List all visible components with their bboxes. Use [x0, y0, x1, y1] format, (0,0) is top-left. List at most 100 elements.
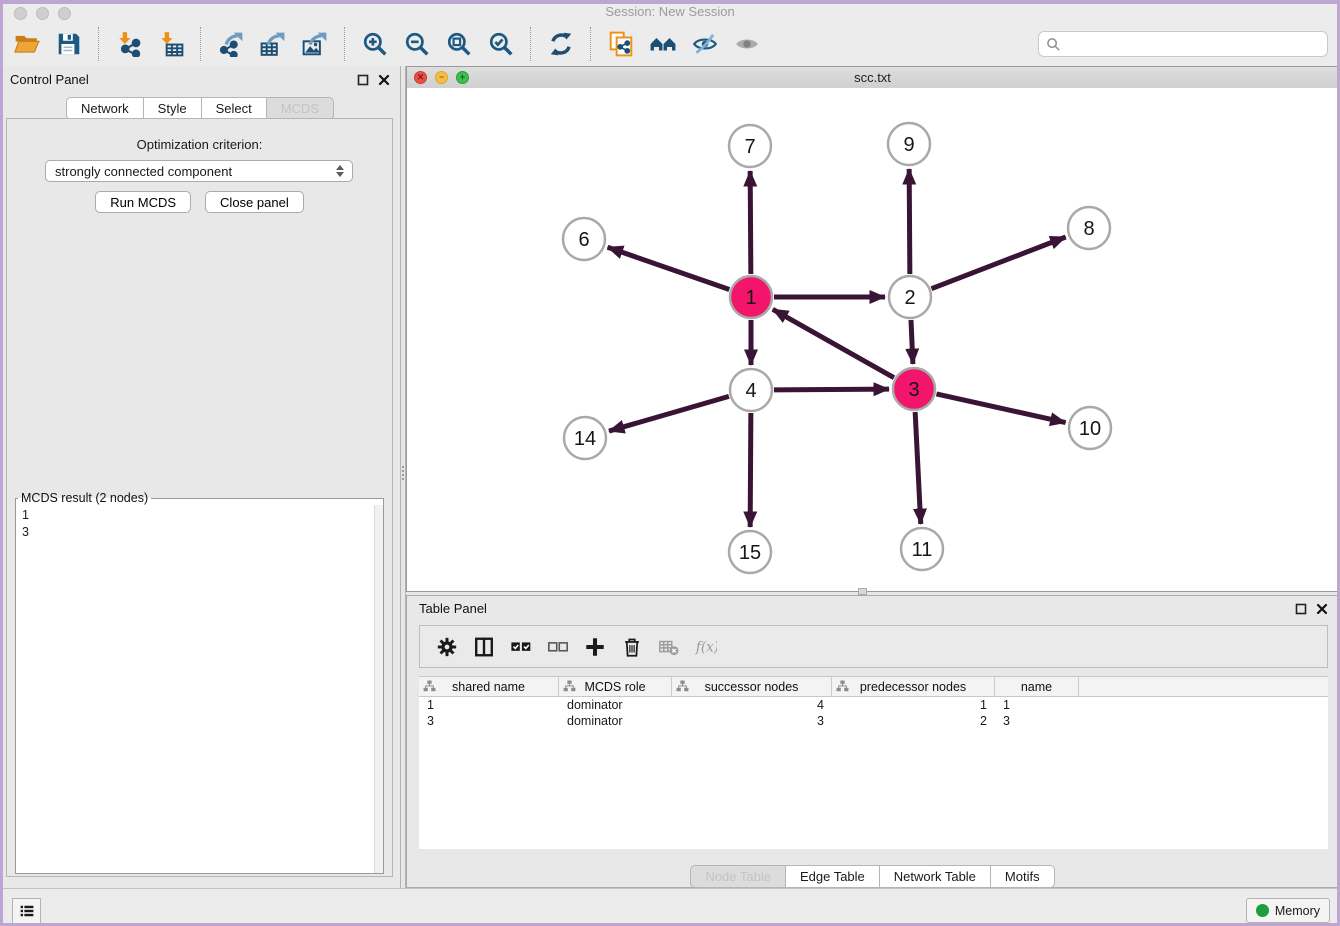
- export-table-button[interactable]: [256, 27, 290, 61]
- network-window-titlebar: ✕ − + scc.txt: [407, 67, 1338, 90]
- column-header-predecessor-nodes[interactable]: predecessor nodes: [832, 677, 995, 696]
- zoom-in-icon: [362, 31, 388, 57]
- refresh-icon: [548, 31, 574, 57]
- tab-node-table[interactable]: Node Table: [690, 865, 786, 888]
- tab-network-table[interactable]: Network Table: [880, 865, 991, 888]
- cell-successor-nodes[interactable]: 3: [672, 713, 832, 729]
- criterion-select[interactable]: strongly connected component: [45, 160, 353, 182]
- import-network-icon: [116, 31, 142, 57]
- graph-edge-2-8[interactable]: [931, 237, 1065, 289]
- graph-edge-3-1[interactable]: [773, 309, 894, 377]
- split-columns-button[interactable]: [469, 632, 499, 662]
- table-row-1[interactable]: 1dominator411: [419, 697, 1328, 713]
- graph-node-3[interactable]: 3: [893, 368, 935, 410]
- graph-edge-3-11[interactable]: [915, 412, 921, 524]
- search-input[interactable]: [1065, 33, 1327, 55]
- export-image-button[interactable]: [298, 27, 332, 61]
- graph-edge-2-3[interactable]: [911, 320, 913, 364]
- graph-edge-1-6[interactable]: [608, 247, 730, 289]
- delete-icon: [621, 636, 643, 658]
- deselect-all-button[interactable]: [543, 632, 573, 662]
- tab-network[interactable]: Network: [66, 97, 144, 120]
- memory-button[interactable]: Memory: [1246, 898, 1330, 923]
- float-panel-icon[interactable]: [1294, 602, 1307, 615]
- delete-button[interactable]: [617, 632, 647, 662]
- cell-predecessor-nodes[interactable]: 1: [832, 697, 995, 713]
- table-row-2[interactable]: 3dominator323: [419, 713, 1328, 729]
- network-canvas[interactable]: 7 9 6 8 1 2 4 3 14 10 15 11: [407, 88, 1338, 591]
- zoom-fit-button[interactable]: [442, 27, 476, 61]
- control-panel-title: Control Panel: [10, 72, 89, 87]
- cell-name[interactable]: 1: [995, 697, 1079, 713]
- cell-MCDS-role[interactable]: dominator: [559, 713, 672, 729]
- network-view-title: scc.txt: [407, 70, 1338, 85]
- graph-node-6[interactable]: 6: [563, 218, 605, 260]
- graph-node-9[interactable]: 9: [888, 123, 930, 165]
- zoom-selected-button[interactable]: [484, 27, 518, 61]
- task-list-button[interactable]: [12, 898, 41, 924]
- close-panel-icon[interactable]: [377, 73, 390, 86]
- tab-mcds[interactable]: MCDS: [267, 97, 334, 120]
- node-label: 14: [574, 428, 596, 450]
- graph-node-4[interactable]: 4: [730, 369, 772, 411]
- add-button[interactable]: [580, 632, 610, 662]
- import-table-button[interactable]: [154, 27, 188, 61]
- table-header-row: shared nameMCDS rolesuccessor nodes prede…: [419, 677, 1328, 697]
- graph-node-1[interactable]: 1: [730, 276, 772, 318]
- graph-edge-2-9[interactable]: [909, 169, 910, 274]
- graph-edge-4-14[interactable]: [609, 396, 729, 431]
- zoom-out-button[interactable]: [400, 27, 434, 61]
- splitter-grip[interactable]: [858, 588, 867, 595]
- eye-hide-button[interactable]: [688, 27, 722, 61]
- copy-network-button[interactable]: [604, 27, 638, 61]
- graph-node-10[interactable]: 10: [1069, 407, 1111, 449]
- node-label: 11: [912, 539, 933, 561]
- settings-gear-button[interactable]: [432, 632, 462, 662]
- float-panel-icon[interactable]: [356, 73, 369, 86]
- zoom-in-button[interactable]: [358, 27, 392, 61]
- graph-node-8[interactable]: 8: [1068, 207, 1110, 249]
- node-label: 4: [745, 380, 756, 402]
- column-label: predecessor nodes: [860, 680, 966, 694]
- cell-predecessor-nodes[interactable]: 2: [832, 713, 995, 729]
- graph-node-2[interactable]: 2: [889, 276, 931, 318]
- refresh-button[interactable]: [544, 27, 578, 61]
- graph-edge-1-7[interactable]: [750, 171, 751, 274]
- column-header-successor-nodes[interactable]: successor nodes: [672, 677, 832, 696]
- hierarchy-icon: [676, 680, 689, 692]
- save-button[interactable]: [52, 27, 86, 61]
- tab-motifs[interactable]: Motifs: [991, 865, 1055, 888]
- select-all-button[interactable]: [506, 632, 536, 662]
- cell-MCDS-role[interactable]: dominator: [559, 697, 672, 713]
- run-mcds-button[interactable]: Run MCDS: [95, 191, 191, 213]
- cell-successor-nodes[interactable]: 4: [672, 697, 832, 713]
- tab-edge-table[interactable]: Edge Table: [786, 865, 880, 888]
- graph-node-11[interactable]: 11: [901, 528, 943, 570]
- cell-name[interactable]: 3: [995, 713, 1079, 729]
- open-folder-button[interactable]: [10, 27, 44, 61]
- graph-node-7[interactable]: 7: [729, 125, 771, 167]
- close-panel-button[interactable]: Close panel: [205, 191, 304, 213]
- result-scrollbar[interactable]: [374, 505, 383, 873]
- node-label: 7: [744, 136, 755, 158]
- search-field[interactable]: [1038, 31, 1328, 57]
- column-header-shared-name[interactable]: shared name: [419, 677, 559, 696]
- column-header-name[interactable]: name: [995, 677, 1079, 696]
- cell-shared-name[interactable]: 1: [419, 697, 559, 713]
- tab-style[interactable]: Style: [144, 97, 202, 120]
- export-network-button[interactable]: [214, 27, 248, 61]
- graph-node-15[interactable]: 15: [729, 531, 771, 573]
- close-panel-icon[interactable]: [1315, 602, 1328, 615]
- graph-edge-4-3[interactable]: [774, 389, 889, 390]
- graph-edge-3-10[interactable]: [936, 394, 1065, 423]
- eye-show-button[interactable]: [730, 27, 764, 61]
- mcds-result-text[interactable]: 1 3: [16, 505, 375, 873]
- graph-edge-4-15[interactable]: [750, 413, 751, 527]
- graph-node-14[interactable]: 14: [564, 417, 606, 459]
- tab-select[interactable]: Select: [202, 97, 267, 120]
- home-button[interactable]: [646, 27, 680, 61]
- cell-shared-name[interactable]: 3: [419, 713, 559, 729]
- import-network-button[interactable]: [112, 27, 146, 61]
- hierarchy-icon: [563, 680, 576, 692]
- column-header-MCDS-role[interactable]: MCDS role: [559, 677, 672, 696]
